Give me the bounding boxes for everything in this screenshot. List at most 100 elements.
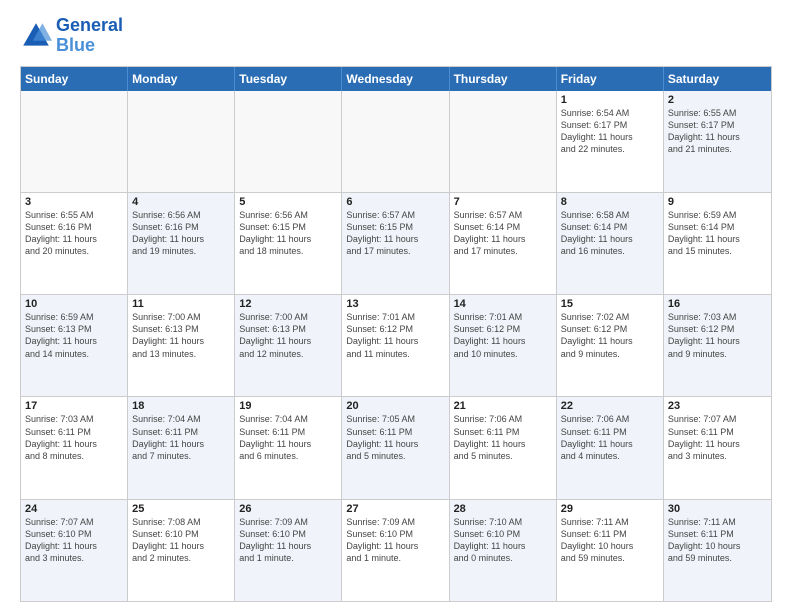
day-cell-11: 11Sunrise: 7:00 AM Sunset: 6:13 PM Dayli… — [128, 295, 235, 396]
day-number: 29 — [561, 503, 659, 515]
day-cell-14: 14Sunrise: 7:01 AM Sunset: 6:12 PM Dayli… — [450, 295, 557, 396]
calendar: SundayMondayTuesdayWednesdayThursdayFrid… — [20, 66, 772, 602]
empty-cell — [342, 91, 449, 192]
day-info: Sunrise: 7:00 AM Sunset: 6:13 PM Dayligh… — [132, 311, 230, 360]
day-cell-15: 15Sunrise: 7:02 AM Sunset: 6:12 PM Dayli… — [557, 295, 664, 396]
day-number: 21 — [454, 400, 552, 412]
day-number: 23 — [668, 400, 767, 412]
day-number: 18 — [132, 400, 230, 412]
day-number: 12 — [239, 298, 337, 310]
day-cell-10: 10Sunrise: 6:59 AM Sunset: 6:13 PM Dayli… — [21, 295, 128, 396]
week-row-3: 17Sunrise: 7:03 AM Sunset: 6:11 PM Dayli… — [21, 396, 771, 498]
day-number: 2 — [668, 94, 767, 106]
day-number: 26 — [239, 503, 337, 515]
day-info: Sunrise: 6:55 AM Sunset: 6:16 PM Dayligh… — [25, 209, 123, 258]
day-cell-12: 12Sunrise: 7:00 AM Sunset: 6:13 PM Dayli… — [235, 295, 342, 396]
page: General Blue SundayMondayTuesdayWednesda… — [0, 0, 792, 612]
day-info: Sunrise: 7:03 AM Sunset: 6:12 PM Dayligh… — [668, 311, 767, 360]
day-cell-19: 19Sunrise: 7:04 AM Sunset: 6:11 PM Dayli… — [235, 397, 342, 498]
day-info: Sunrise: 6:57 AM Sunset: 6:14 PM Dayligh… — [454, 209, 552, 258]
day-info: Sunrise: 7:07 AM Sunset: 6:11 PM Dayligh… — [668, 413, 767, 462]
day-info: Sunrise: 7:01 AM Sunset: 6:12 PM Dayligh… — [454, 311, 552, 360]
day-info: Sunrise: 7:09 AM Sunset: 6:10 PM Dayligh… — [239, 516, 337, 565]
day-info: Sunrise: 7:06 AM Sunset: 6:11 PM Dayligh… — [454, 413, 552, 462]
day-info: Sunrise: 7:10 AM Sunset: 6:10 PM Dayligh… — [454, 516, 552, 565]
day-info: Sunrise: 6:56 AM Sunset: 6:15 PM Dayligh… — [239, 209, 337, 258]
day-info: Sunrise: 6:54 AM Sunset: 6:17 PM Dayligh… — [561, 107, 659, 156]
day-number: 30 — [668, 503, 767, 515]
day-info: Sunrise: 6:55 AM Sunset: 6:17 PM Dayligh… — [668, 107, 767, 156]
day-number: 7 — [454, 196, 552, 208]
day-cell-29: 29Sunrise: 7:11 AM Sunset: 6:11 PM Dayli… — [557, 500, 664, 601]
header-cell-friday: Friday — [557, 67, 664, 91]
day-number: 13 — [346, 298, 444, 310]
header-cell-sunday: Sunday — [21, 67, 128, 91]
day-cell-9: 9Sunrise: 6:59 AM Sunset: 6:14 PM Daylig… — [664, 193, 771, 294]
week-row-4: 24Sunrise: 7:07 AM Sunset: 6:10 PM Dayli… — [21, 499, 771, 601]
day-number: 17 — [25, 400, 123, 412]
day-cell-13: 13Sunrise: 7:01 AM Sunset: 6:12 PM Dayli… — [342, 295, 449, 396]
day-info: Sunrise: 6:59 AM Sunset: 6:14 PM Dayligh… — [668, 209, 767, 258]
day-cell-30: 30Sunrise: 7:11 AM Sunset: 6:11 PM Dayli… — [664, 500, 771, 601]
day-number: 3 — [25, 196, 123, 208]
day-number: 25 — [132, 503, 230, 515]
day-info: Sunrise: 7:07 AM Sunset: 6:10 PM Dayligh… — [25, 516, 123, 565]
day-number: 10 — [25, 298, 123, 310]
logo-icon — [20, 20, 52, 52]
week-row-1: 3Sunrise: 6:55 AM Sunset: 6:16 PM Daylig… — [21, 192, 771, 294]
day-number: 24 — [25, 503, 123, 515]
day-number: 5 — [239, 196, 337, 208]
empty-cell — [21, 91, 128, 192]
day-number: 19 — [239, 400, 337, 412]
day-info: Sunrise: 6:56 AM Sunset: 6:16 PM Dayligh… — [132, 209, 230, 258]
day-number: 15 — [561, 298, 659, 310]
header-cell-monday: Monday — [128, 67, 235, 91]
day-number: 28 — [454, 503, 552, 515]
day-info: Sunrise: 7:01 AM Sunset: 6:12 PM Dayligh… — [346, 311, 444, 360]
day-cell-26: 26Sunrise: 7:09 AM Sunset: 6:10 PM Dayli… — [235, 500, 342, 601]
day-info: Sunrise: 6:57 AM Sunset: 6:15 PM Dayligh… — [346, 209, 444, 258]
day-cell-25: 25Sunrise: 7:08 AM Sunset: 6:10 PM Dayli… — [128, 500, 235, 601]
logo-text: General Blue — [56, 16, 123, 56]
header-cell-tuesday: Tuesday — [235, 67, 342, 91]
day-cell-17: 17Sunrise: 7:03 AM Sunset: 6:11 PM Dayli… — [21, 397, 128, 498]
header-cell-thursday: Thursday — [450, 67, 557, 91]
day-info: Sunrise: 7:05 AM Sunset: 6:11 PM Dayligh… — [346, 413, 444, 462]
day-cell-4: 4Sunrise: 6:56 AM Sunset: 6:16 PM Daylig… — [128, 193, 235, 294]
calendar-body: 1Sunrise: 6:54 AM Sunset: 6:17 PM Daylig… — [21, 91, 771, 601]
day-info: Sunrise: 7:06 AM Sunset: 6:11 PM Dayligh… — [561, 413, 659, 462]
day-number: 22 — [561, 400, 659, 412]
day-number: 6 — [346, 196, 444, 208]
day-info: Sunrise: 6:58 AM Sunset: 6:14 PM Dayligh… — [561, 209, 659, 258]
week-row-2: 10Sunrise: 6:59 AM Sunset: 6:13 PM Dayli… — [21, 294, 771, 396]
day-info: Sunrise: 7:03 AM Sunset: 6:11 PM Dayligh… — [25, 413, 123, 462]
day-number: 27 — [346, 503, 444, 515]
day-number: 20 — [346, 400, 444, 412]
day-info: Sunrise: 7:04 AM Sunset: 6:11 PM Dayligh… — [239, 413, 337, 462]
day-info: Sunrise: 7:11 AM Sunset: 6:11 PM Dayligh… — [668, 516, 767, 565]
day-info: Sunrise: 7:11 AM Sunset: 6:11 PM Dayligh… — [561, 516, 659, 565]
day-cell-6: 6Sunrise: 6:57 AM Sunset: 6:15 PM Daylig… — [342, 193, 449, 294]
day-info: Sunrise: 7:00 AM Sunset: 6:13 PM Dayligh… — [239, 311, 337, 360]
day-cell-1: 1Sunrise: 6:54 AM Sunset: 6:17 PM Daylig… — [557, 91, 664, 192]
day-number: 14 — [454, 298, 552, 310]
day-cell-5: 5Sunrise: 6:56 AM Sunset: 6:15 PM Daylig… — [235, 193, 342, 294]
day-cell-2: 2Sunrise: 6:55 AM Sunset: 6:17 PM Daylig… — [664, 91, 771, 192]
day-cell-7: 7Sunrise: 6:57 AM Sunset: 6:14 PM Daylig… — [450, 193, 557, 294]
day-number: 11 — [132, 298, 230, 310]
header-cell-wednesday: Wednesday — [342, 67, 449, 91]
day-cell-18: 18Sunrise: 7:04 AM Sunset: 6:11 PM Dayli… — [128, 397, 235, 498]
day-number: 9 — [668, 196, 767, 208]
day-cell-28: 28Sunrise: 7:10 AM Sunset: 6:10 PM Dayli… — [450, 500, 557, 601]
empty-cell — [128, 91, 235, 192]
day-cell-21: 21Sunrise: 7:06 AM Sunset: 6:11 PM Dayli… — [450, 397, 557, 498]
day-info: Sunrise: 7:02 AM Sunset: 6:12 PM Dayligh… — [561, 311, 659, 360]
day-info: Sunrise: 6:59 AM Sunset: 6:13 PM Dayligh… — [25, 311, 123, 360]
day-number: 4 — [132, 196, 230, 208]
week-row-0: 1Sunrise: 6:54 AM Sunset: 6:17 PM Daylig… — [21, 91, 771, 192]
day-info: Sunrise: 7:08 AM Sunset: 6:10 PM Dayligh… — [132, 516, 230, 565]
empty-cell — [450, 91, 557, 192]
day-number: 16 — [668, 298, 767, 310]
logo: General Blue — [20, 16, 123, 56]
calendar-header: SundayMondayTuesdayWednesdayThursdayFrid… — [21, 67, 771, 91]
